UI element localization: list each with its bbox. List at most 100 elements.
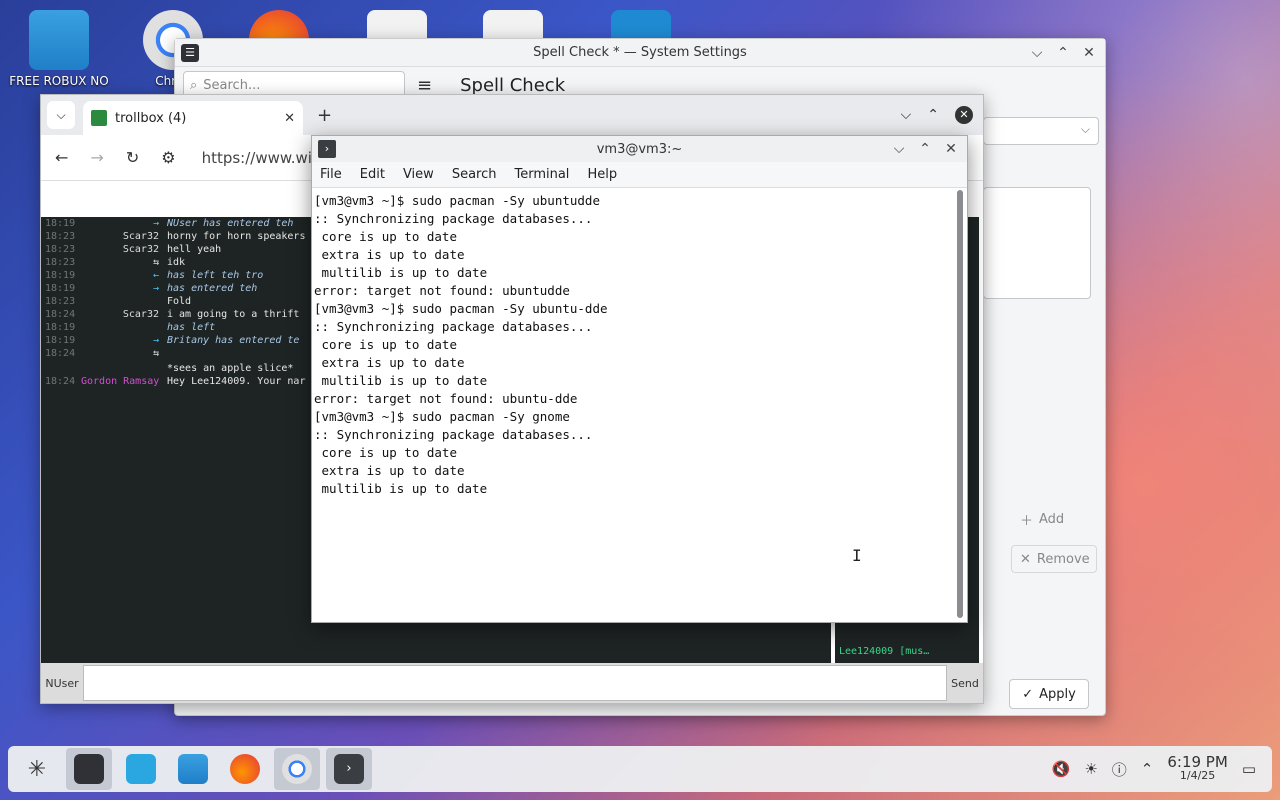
- chat-nick[interactable]: Scar32: [81, 243, 167, 256]
- desktop-icon-label: FREE ROBUX NO: [9, 74, 109, 88]
- chat-nick[interactable]: Scar32: [81, 308, 167, 321]
- desktop-icon-folder[interactable]: FREE ROBUX NO: [4, 10, 114, 88]
- tab-trollbox[interactable]: trollbox (4) ✕: [83, 101, 303, 135]
- settings-app-icon: ☰: [181, 44, 199, 62]
- folder-icon: [178, 754, 208, 784]
- launcher-icon: ✳: [27, 756, 47, 782]
- new-tab-icon[interactable]: +: [317, 105, 332, 126]
- menu-search[interactable]: Search: [452, 167, 497, 182]
- terminal-scrollbar[interactable]: [955, 190, 965, 620]
- maximize-icon[interactable]: ⌃: [927, 107, 939, 123]
- clock[interactable]: 6:19 PM 1/4/25: [1167, 755, 1227, 783]
- menu-edit[interactable]: Edit: [360, 167, 385, 182]
- chat-text: *sees an apple slice*: [167, 363, 294, 374]
- settings-icon: [74, 754, 104, 784]
- settings-window-title: Spell Check * — System Settings: [533, 45, 747, 60]
- terminal-window-title: vm3@vm3:~: [596, 141, 683, 157]
- maximize-icon[interactable]: ⌃: [1055, 45, 1071, 61]
- chat-nick[interactable]: →: [81, 217, 167, 230]
- chat-nick[interactable]: [81, 321, 167, 334]
- site-settings-icon[interactable]: ⚙: [161, 148, 175, 167]
- chat-message-input[interactable]: [83, 665, 947, 701]
- minimize-icon[interactable]: ⌵: [891, 141, 907, 157]
- tray-expand-icon[interactable]: ⌃: [1141, 760, 1154, 778]
- taskbar-system-settings[interactable]: [66, 748, 112, 790]
- close-icon[interactable]: ✕: [955, 106, 973, 124]
- terminal-line: multilib is up to date: [314, 265, 488, 280]
- chrome-icon: [282, 754, 312, 784]
- user-list-entry[interactable]: Lee124009 [mus…: [839, 646, 929, 657]
- chat-time: 18:24: [45, 309, 76, 320]
- scrollbar-thumb[interactable]: [957, 190, 963, 618]
- apply-button[interactable]: ✓ Apply: [1009, 679, 1089, 709]
- chevron-down-icon: ⌵: [56, 107, 66, 122]
- volume-muted-icon[interactable]: 🔇: [1052, 760, 1071, 778]
- plus-icon: ＋: [1020, 513, 1034, 529]
- terminal-line: extra is up to date: [314, 247, 465, 262]
- close-icon[interactable]: ✕: [1081, 45, 1097, 61]
- terminal-line: multilib is up to date: [314, 373, 488, 388]
- tab-search-button[interactable]: ⌵: [47, 101, 75, 129]
- taskbar-files[interactable]: [170, 748, 216, 790]
- taskbar-discover[interactable]: [118, 748, 164, 790]
- search-icon: ⌕: [190, 77, 198, 93]
- show-desktop-icon[interactable]: ▭: [1242, 760, 1256, 778]
- taskbar-firefox[interactable]: [222, 748, 268, 790]
- send-button[interactable]: Send: [947, 677, 983, 690]
- brightness-icon[interactable]: ☀: [1084, 760, 1097, 778]
- chat-nick[interactable]: ⇆: [81, 256, 167, 269]
- terminal-line: core is up to date: [314, 229, 457, 244]
- chat-time: 18:19: [45, 335, 76, 346]
- tab-close-icon[interactable]: ✕: [284, 111, 295, 126]
- add-button-label: Add: [1039, 511, 1065, 527]
- chat-nick[interactable]: [81, 362, 167, 375]
- maximize-icon[interactable]: ⌃: [917, 141, 933, 157]
- nick-label[interactable]: NUser: [41, 665, 83, 701]
- chat-nick[interactable]: ←: [81, 269, 167, 282]
- folder-icon: [29, 10, 89, 70]
- chat-nick[interactable]: →: [81, 282, 167, 295]
- add-button[interactable]: ＋ Add: [1011, 505, 1097, 533]
- ignore-words-textbox[interactable]: [983, 187, 1091, 299]
- tab-title: trollbox (4): [115, 110, 187, 126]
- reload-icon[interactable]: ↻: [126, 148, 139, 167]
- terminal-icon: ›: [334, 754, 364, 784]
- chat-time: 18:24: [45, 376, 76, 387]
- remove-button-label: Remove: [1036, 551, 1090, 567]
- back-icon[interactable]: ←: [55, 148, 68, 167]
- language-select[interactable]: [983, 117, 1099, 145]
- chat-nick[interactable]: ⇆: [81, 347, 167, 360]
- taskbar-chrome[interactable]: [274, 748, 320, 790]
- text-cursor-icon: I: [852, 546, 862, 565]
- close-icon[interactable]: ✕: [943, 141, 959, 157]
- app-launcher-button[interactable]: ✳: [14, 748, 60, 790]
- chat-nick[interactable]: Scar32: [81, 230, 167, 243]
- chat-text: has entered teh: [167, 283, 258, 294]
- menu-help[interactable]: Help: [587, 167, 617, 182]
- forward-icon[interactable]: →: [90, 148, 103, 167]
- menu-file[interactable]: File: [320, 167, 342, 182]
- hamburger-menu-icon[interactable]: ≡: [417, 75, 432, 96]
- taskbar-terminal[interactable]: ›: [326, 748, 372, 790]
- terminal-titlebar[interactable]: › vm3@vm3:~ ⌵ ⌃ ✕: [312, 136, 967, 162]
- remove-button[interactable]: ✕ Remove: [1011, 545, 1097, 573]
- menu-terminal[interactable]: Terminal: [514, 167, 569, 182]
- terminal-menubar: File Edit View Search Terminal Help: [312, 162, 967, 188]
- minimize-icon[interactable]: ⌵: [901, 107, 912, 123]
- terminal-line: core is up to date: [314, 445, 457, 460]
- chat-time: 18:23: [45, 296, 76, 307]
- menu-view[interactable]: View: [403, 167, 434, 182]
- help-icon[interactable]: ⓘ: [1112, 759, 1127, 780]
- chat-nick[interactable]: →: [81, 334, 167, 347]
- chat-nick[interactable]: Gordon Ramsay: [81, 375, 167, 388]
- apply-button-label: Apply: [1039, 686, 1076, 702]
- terminal-line: error: target not found: ubuntudde: [314, 283, 570, 298]
- chat-time: 18:19: [45, 283, 76, 294]
- terminal-line: extra is up to date: [314, 463, 465, 478]
- settings-titlebar[interactable]: ☰ Spell Check * — System Settings ⌵ ⌃ ✕: [175, 39, 1105, 67]
- minimize-icon[interactable]: ⌵: [1029, 45, 1045, 61]
- terminal-app-icon: ›: [318, 140, 336, 158]
- terminal-window: › vm3@vm3:~ ⌵ ⌃ ✕ File Edit View Search …: [311, 135, 968, 623]
- terminal-line: [vm3@vm3 ~]$ sudo pacman -Sy ubuntudde: [314, 193, 600, 208]
- chat-nick[interactable]: [81, 295, 167, 308]
